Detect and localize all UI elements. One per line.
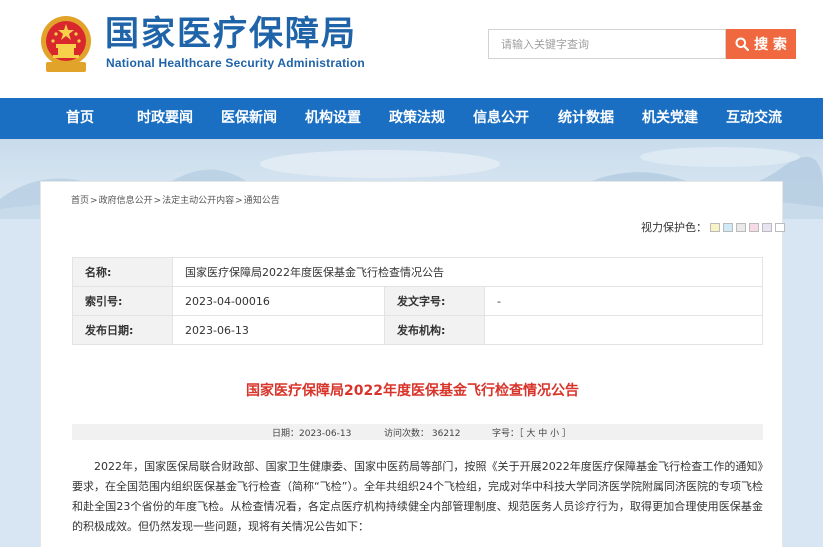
article-info-bar: 日期：2023-06-13 访问次数： 36212 字号：［ 大 中 小 ］ [72, 424, 763, 440]
breadcrumb-separator: > [153, 196, 162, 206]
site-title-cn[interactable]: 国家医疗保障局 [105, 14, 357, 54]
breadcrumb-notices[interactable]: 通知公告 [244, 196, 280, 206]
nav-item-medical-insurance-news[interactable]: 医保新闻 [221, 98, 277, 139]
document-meta-table: 名称: 国家医疗保障局2022年度医保基金飞行检查情况公告 索引号: 2023-… [72, 257, 763, 345]
breadcrumb-home[interactable]: 首页 [71, 196, 89, 206]
search-icon [735, 37, 750, 51]
nav-item-policies[interactable]: 政策法规 [389, 98, 445, 139]
site-title-en[interactable]: National Healthcare Security Administrat… [106, 56, 365, 70]
vision-protection-label: 视力保护色： [641, 221, 707, 234]
article-date: 日期：2023-06-13 [272, 429, 352, 439]
article-views: 访问次数： 36212 [384, 429, 461, 439]
main-nav: 首页 时政要闻 医保新闻 机构设置 政策法规 信息公开 统计数据 机关党建 互动… [0, 98, 823, 139]
breadcrumb-gov-info[interactable]: 政府信息公开 [99, 196, 153, 206]
meta-index-label: 索引号: [72, 286, 173, 316]
vision-color-blue[interactable] [723, 222, 733, 232]
vision-color-pink[interactable] [749, 222, 759, 232]
vision-color-gray[interactable] [736, 222, 746, 232]
meta-org-label: 发布机构: [384, 315, 485, 345]
meta-index-value: 2023-04-00016 [172, 286, 385, 316]
search-button[interactable]: 搜 索 [726, 29, 796, 59]
vision-protection-bar: 视力保护色： [641, 219, 785, 235]
nav-item-organization[interactable]: 机构设置 [305, 98, 361, 139]
nav-item-statistics[interactable]: 统计数据 [558, 98, 614, 139]
font-size-switcher[interactable]: 字号：［ 大 中 小 ］ [492, 426, 571, 439]
breadcrumb-separator: > [235, 196, 243, 206]
nav-item-interaction[interactable]: 互动交流 [726, 98, 782, 139]
content-panel: 首页>政府信息公开>法定主动公开内容>通知公告 视力保护色： 名称: 国家医疗保… [40, 181, 785, 547]
article-paragraph: 2022年，国家医保局联合财政部、国家卫生健康委、国家中医药局等部门，按照《关于… [72, 460, 763, 533]
meta-org-value [484, 315, 763, 345]
meta-doc-number-label: 发文字号: [384, 286, 485, 316]
meta-date-value: 2023-06-13 [172, 315, 385, 345]
search-button-label: 搜 索 [754, 37, 787, 53]
meta-name-label: 名称: [72, 257, 173, 287]
site-header: 国家医疗保障局 National Healthcare Security Adm… [0, 0, 823, 98]
meta-name-value: 国家医疗保障局2022年度医保基金飞行检查情况公告 [172, 257, 763, 287]
nav-item-home[interactable]: 首页 [66, 98, 94, 139]
nav-item-politics-news[interactable]: 时政要闻 [137, 98, 193, 139]
vision-color-purple[interactable] [762, 222, 772, 232]
national-emblem-icon [41, 16, 91, 72]
vision-color-white[interactable] [775, 222, 785, 232]
meta-row-date: 发布日期: 2023-06-13 发布机构: [72, 315, 763, 345]
breadcrumb-separator: > [90, 196, 98, 206]
nav-item-party-building[interactable]: 机关党建 [642, 98, 698, 139]
meta-row-index: 索引号: 2023-04-00016 发文字号: - [72, 286, 763, 316]
article-title: 国家医疗保障局2022年度医保基金飞行检查情况公告 [246, 383, 579, 399]
breadcrumb-statutory-content[interactable]: 法定主动公开内容 [162, 196, 234, 206]
vision-color-yellow[interactable] [710, 222, 720, 232]
search-input[interactable] [488, 29, 726, 59]
meta-row-name: 名称: 国家医疗保障局2022年度医保基金飞行检查情况公告 [72, 257, 763, 287]
breadcrumb: 首页>政府信息公开>法定主动公开内容>通知公告 [71, 193, 280, 206]
meta-date-label: 发布日期: [72, 315, 173, 345]
nav-item-info-disclosure[interactable]: 信息公开 [473, 98, 529, 139]
meta-doc-number-value: - [484, 286, 763, 316]
